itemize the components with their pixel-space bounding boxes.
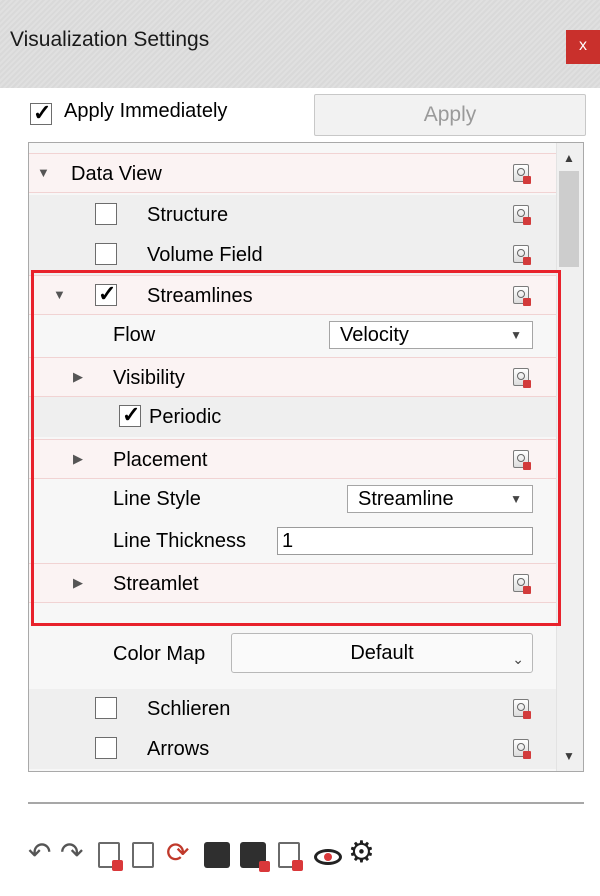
lock-icon[interactable] xyxy=(513,245,531,265)
schlieren-label: Schlieren xyxy=(147,698,231,720)
lock-icon[interactable] xyxy=(513,450,531,470)
collapse-icon[interactable]: ▶ xyxy=(73,451,83,467)
undo-icon[interactable]: ↶ xyxy=(28,838,58,868)
lock-icon[interactable] xyxy=(513,574,531,594)
tree-row-data-view[interactable]: ▼ Data View xyxy=(29,153,559,193)
tree-row-streamlet[interactable]: ▶ Streamlet xyxy=(29,563,559,603)
tree-row-volume-field[interactable]: Volume Field xyxy=(29,235,559,275)
tree-row-spacer xyxy=(29,605,559,625)
color-map-value: Default xyxy=(350,642,414,664)
arrows-checkbox[interactable] xyxy=(95,737,117,759)
flow-label: Flow xyxy=(113,324,156,346)
visibility-label: Visibility xyxy=(113,367,185,389)
flow-value: Velocity xyxy=(340,324,409,346)
tree-row-color-map: Color Map Default ⌄ xyxy=(29,629,559,681)
sync-icon[interactable]: ⟳ xyxy=(166,838,196,868)
check-icon: ✓ xyxy=(98,281,117,306)
periodic-label: Periodic xyxy=(149,406,222,428)
lock-icon[interactable] xyxy=(513,739,531,759)
scroll-thumb[interactable] xyxy=(559,171,579,267)
apply-immediately-checkbox[interactable]: ✓ xyxy=(30,100,52,125)
gear-icon[interactable]: ⚙ xyxy=(348,838,378,868)
lock-icon[interactable] xyxy=(513,699,531,719)
color-map-label: Color Map xyxy=(113,643,206,665)
vertical-scrollbar[interactable]: ▲ ▼ xyxy=(556,143,583,771)
streamlines-checkbox[interactable]: ✓ xyxy=(95,281,117,306)
dark-lock-icon[interactable] xyxy=(240,842,270,872)
chevron-down-icon: ▼ xyxy=(510,492,522,506)
lock-icon[interactable] xyxy=(513,286,531,306)
scroll-up-icon[interactable]: ▲ xyxy=(563,151,575,165)
line-style-dropdown[interactable]: Streamline ▼ xyxy=(347,485,533,513)
chevron-down-icon: ▼ xyxy=(510,328,522,342)
structure-checkbox[interactable] xyxy=(95,203,117,225)
eye-icon[interactable] xyxy=(314,849,342,865)
tree-row-schlieren[interactable]: Schlieren xyxy=(29,689,559,729)
lock-doc-icon[interactable] xyxy=(98,842,123,871)
tree-row-periodic[interactable]: ✓ Periodic xyxy=(29,397,559,437)
collapse-icon[interactable]: ▶ xyxy=(73,575,83,591)
tree-row-structure[interactable]: Structure xyxy=(29,195,559,235)
check-icon: ✓ xyxy=(122,402,141,427)
color-map-button[interactable]: Default ⌄ xyxy=(231,633,533,673)
doc-sync-icon[interactable] xyxy=(132,842,154,868)
code-doc-icon[interactable] xyxy=(278,842,303,871)
data-view-label: Data View xyxy=(71,163,162,185)
line-thickness-input[interactable]: 1 xyxy=(277,527,533,555)
tree-row-flow: Flow Velocity ▼ xyxy=(29,315,559,355)
lock-icon[interactable] xyxy=(513,368,531,388)
lock-icon[interactable] xyxy=(513,164,531,184)
apply-button[interactable]: Apply xyxy=(314,94,586,136)
settings-tree: ▼ Data View Structure Volume Field ▼ ✓ S… xyxy=(28,142,584,772)
schlieren-checkbox[interactable] xyxy=(95,697,117,719)
window-title: Visualization Settings xyxy=(10,28,210,51)
dark-gear-icon[interactable] xyxy=(204,842,230,868)
tree-row-line-style: Line Style Streamline ▼ xyxy=(29,479,559,519)
tree-row-arrows[interactable]: Arrows xyxy=(29,729,559,769)
structure-label: Structure xyxy=(147,204,229,226)
apply-immediately-label: Apply Immediately xyxy=(64,100,228,122)
check-icon: ✓ xyxy=(33,100,52,125)
placement-label: Placement xyxy=(113,449,208,471)
periodic-checkbox[interactable]: ✓ xyxy=(119,402,141,427)
streamlet-label: Streamlet xyxy=(113,573,199,595)
chevron-down-icon: ⌄ xyxy=(512,651,524,667)
redo-icon[interactable]: ↷ xyxy=(60,838,90,868)
scroll-down-icon[interactable]: ▼ xyxy=(563,749,575,763)
expand-icon[interactable]: ▼ xyxy=(53,287,66,302)
line-style-label: Line Style xyxy=(113,488,201,510)
tree-row-placement[interactable]: ▶ Placement xyxy=(29,439,559,479)
volume-field-checkbox[interactable] xyxy=(95,243,117,265)
title-bar: Visualization Settings x xyxy=(0,0,600,88)
close-button[interactable]: x xyxy=(566,30,600,64)
line-thickness-label: Line Thickness xyxy=(113,530,247,552)
tree-row-line-thickness: Line Thickness 1 xyxy=(29,521,559,561)
expand-icon[interactable]: ▼ xyxy=(37,165,50,180)
streamlines-label: Streamlines xyxy=(147,285,253,307)
tree-row-streamlines[interactable]: ▼ ✓ Streamlines xyxy=(29,275,559,315)
lock-icon[interactable] xyxy=(513,205,531,225)
flow-dropdown[interactable]: Velocity ▼ xyxy=(329,321,533,349)
line-style-value: Streamline xyxy=(358,488,454,510)
arrows-label: Arrows xyxy=(147,738,210,760)
collapse-icon[interactable]: ▶ xyxy=(73,369,83,385)
divider xyxy=(28,802,584,804)
tree-row-visibility[interactable]: ▶ Visibility xyxy=(29,357,559,397)
volume-field-label: Volume Field xyxy=(147,244,263,266)
